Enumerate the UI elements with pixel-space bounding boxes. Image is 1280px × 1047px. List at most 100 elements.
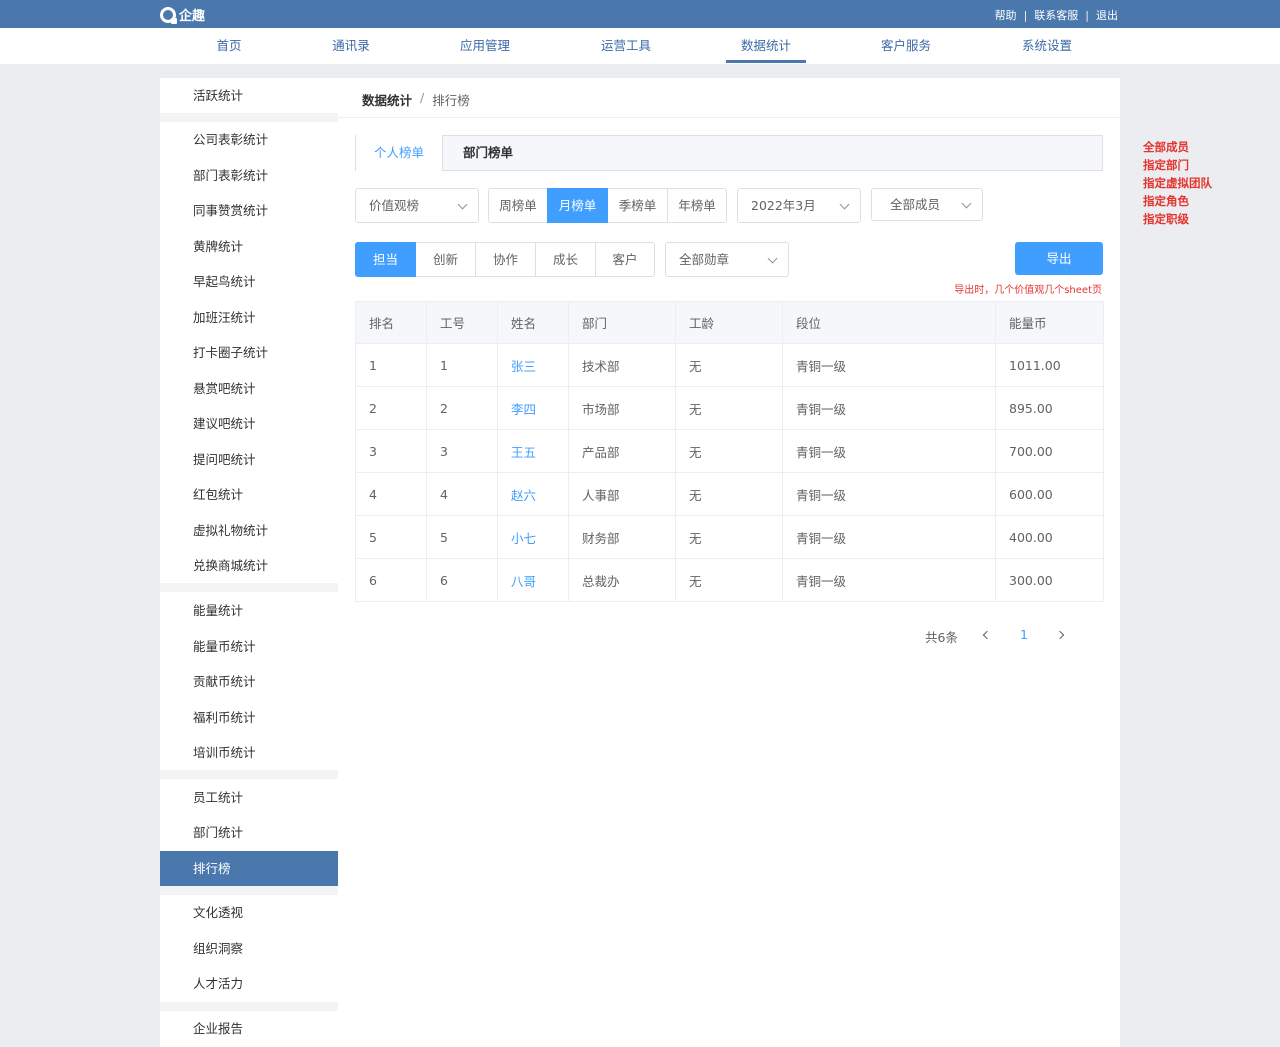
nav-system-settings[interactable]: 系统设置 [1018,28,1076,64]
cell-name-link[interactable]: 八哥 [497,558,569,602]
cell-energy-coin: 300.00 [995,558,1104,602]
sidebar-item-suggestion-stats[interactable]: 建议吧统计 [160,406,338,441]
help-link[interactable]: 帮助 [995,7,1017,23]
table-row: 3 3 王五 产品部 无 青铜一级 700.00 [355,429,1104,473]
logo-icon [160,6,177,24]
period-quarter-button[interactable]: 季榜单 [607,188,668,223]
member-scope-value: 全部成员 [890,197,941,212]
cell-name-link[interactable]: 王五 [497,429,569,473]
sidebar-item-early-bird-stats[interactable]: 早起鸟统计 [160,264,338,299]
period-month-button[interactable]: 月榜单 [547,188,608,223]
cell-energy-coin: 400.00 [995,515,1104,559]
value-collaboration-button[interactable]: 协作 [475,242,536,277]
period-year-button[interactable]: 年榜单 [667,188,727,223]
cell-energy-coin: 1011.00 [995,343,1104,387]
cell-employee-id: 2 [426,386,498,430]
nav-operation-tools[interactable]: 运营工具 [597,28,655,64]
breadcrumb-separator: / [420,90,425,105]
sidebar-item-colleague-praise-stats[interactable]: 同事赞赏统计 [160,193,338,228]
cell-rank: 1 [355,343,427,387]
sidebar-item-yellow-card-stats[interactable]: 黄牌统计 [160,229,338,264]
nav-app-management[interactable]: 应用管理 [456,28,514,64]
col-employee-id-header: 工号 [426,301,498,344]
sidebar-item-company-commend-stats[interactable]: 公司表彰统计 [160,122,338,157]
sidebar-item-enterprise-report[interactable]: 企业报告 [160,1011,338,1046]
sidebar-item-energy-coin-stats[interactable]: 能量币统计 [160,629,338,664]
note-line: 指定虚拟团队 [1143,176,1212,190]
cell-name-link[interactable]: 赵六 [497,472,569,516]
cell-tier: 青铜一级 [782,429,996,473]
member-scope-select[interactable]: 全部成员 [871,188,983,221]
sidebar-item-talent-vitality[interactable]: 人才活力 [160,966,338,1001]
note-line: 指定职级 [1143,212,1189,226]
cell-name-link[interactable]: 小七 [497,515,569,559]
sidebar-item-question-stats[interactable]: 提问吧统计 [160,442,338,477]
table-row: 6 6 八哥 总裁办 无 青铜一级 300.00 [355,558,1104,602]
sidebar-item-leaderboard[interactable]: 排行榜 [160,851,338,886]
nav-data-statistics[interactable]: 数据统计 [726,28,806,64]
sidebar-item-dept-commend-stats[interactable]: 部门表彰统计 [160,158,338,193]
cell-department: 技术部 [568,343,676,387]
page-number-current[interactable]: 1 [1020,627,1028,645]
contact-support-link[interactable]: 联系客服 [1034,7,1078,23]
cell-name-link[interactable]: 李四 [497,386,569,430]
medal-select[interactable]: 全部勋章 [665,242,789,277]
medal-value: 全部勋章 [679,252,730,267]
sidebar-item-activity-stats[interactable]: 活跃统计 [160,78,338,113]
sidebar-item-mall-stats[interactable]: 兑换商城统计 [160,548,338,583]
sidebar-item-culture-insight[interactable]: 文化透视 [160,895,338,930]
prev-page-icon[interactable] [982,630,992,640]
cell-department: 产品部 [568,429,676,473]
cell-employee-id: 4 [426,472,498,516]
sidebar-item-virtual-gift-stats[interactable]: 虚拟礼物统计 [160,513,338,548]
sidebar-divider [160,113,338,122]
sidebar-item-department-stats[interactable]: 部门统计 [160,815,338,850]
sidebar-item-red-packet-stats[interactable]: 红包统计 [160,477,338,512]
cell-employee-id: 3 [426,429,498,473]
value-growth-button[interactable]: 成长 [535,242,596,277]
tab-department-ranking[interactable]: 部门榜单 [442,135,534,171]
sidebar-item-overtime-stats[interactable]: 加班汪统计 [160,300,338,335]
sidebar-item-training-coin-stats[interactable]: 培训币统计 [160,735,338,770]
sidebar-item-employee-stats[interactable]: 员工统计 [160,780,338,815]
period-week-button[interactable]: 周榜单 [488,188,548,223]
ranking-table: 排名 工号 姓名 部门 工龄 段位 能量币 1 1 张三 技术部 无 青铜一级 … [355,301,1104,602]
value-customer-button[interactable]: 客户 [595,242,655,277]
sidebar-item-checkin-circle-stats[interactable]: 打卡圈子统计 [160,335,338,370]
col-seniority-header: 工龄 [675,301,783,344]
ranking-tabs: 个人榜单 部门榜单 [355,135,1103,171]
sidebar-item-bounty-stats[interactable]: 悬赏吧统计 [160,371,338,406]
nav-customer-service[interactable]: 客户服务 [877,28,935,64]
tab-personal-ranking[interactable]: 个人榜单 [355,135,443,171]
sidebar-divider [160,886,338,895]
period-button-group: 周榜单 月榜单 季榜单 年榜单 [488,188,727,223]
sidebar-item-org-insight[interactable]: 组织洞察 [160,931,338,966]
col-energy-coin-header: 能量币 [995,301,1104,344]
sidebar-divider [160,583,338,592]
nav-home[interactable]: 首页 [205,28,253,64]
note-line: 全部成员 [1143,140,1189,154]
sidebar-item-welfare-coin-stats[interactable]: 福利币统计 [160,700,338,735]
export-button[interactable]: 导出 [1015,242,1103,275]
breadcrumb-bar: 数据统计 / 排行榜 [338,78,1120,118]
breadcrumb-parent[interactable]: 数据统计 [362,90,412,109]
cell-tier: 青铜一级 [782,386,996,430]
nav-contacts[interactable]: 通讯录 [327,28,375,64]
month-select[interactable]: 2022年3月 [737,188,861,223]
cell-energy-coin: 600.00 [995,472,1104,516]
ranking-type-select[interactable]: 价值观榜 [355,188,479,223]
sidebar-divider [160,770,338,779]
table-row: 5 5 小七 财务部 无 青铜一级 400.00 [355,515,1104,559]
table-row: 1 1 张三 技术部 无 青铜一级 1011.00 [355,343,1104,387]
value-responsibility-button[interactable]: 担当 [355,242,416,277]
top-links: 帮助 | 联系客服 | 退出 [995,7,1118,23]
sidebar-item-energy-stats[interactable]: 能量统计 [160,593,338,628]
cell-name-link[interactable]: 张三 [497,343,569,387]
sidebar-item-contribution-coin-stats[interactable]: 贡献币统计 [160,664,338,699]
value-button-group: 担当 创新 协作 成长 客户 [355,242,655,277]
app-logo[interactable]: 企趣 [160,5,205,24]
cell-employee-id: 5 [426,515,498,559]
next-page-icon[interactable] [1055,630,1065,640]
logout-link[interactable]: 退出 [1096,7,1118,23]
value-innovation-button[interactable]: 创新 [415,242,476,277]
